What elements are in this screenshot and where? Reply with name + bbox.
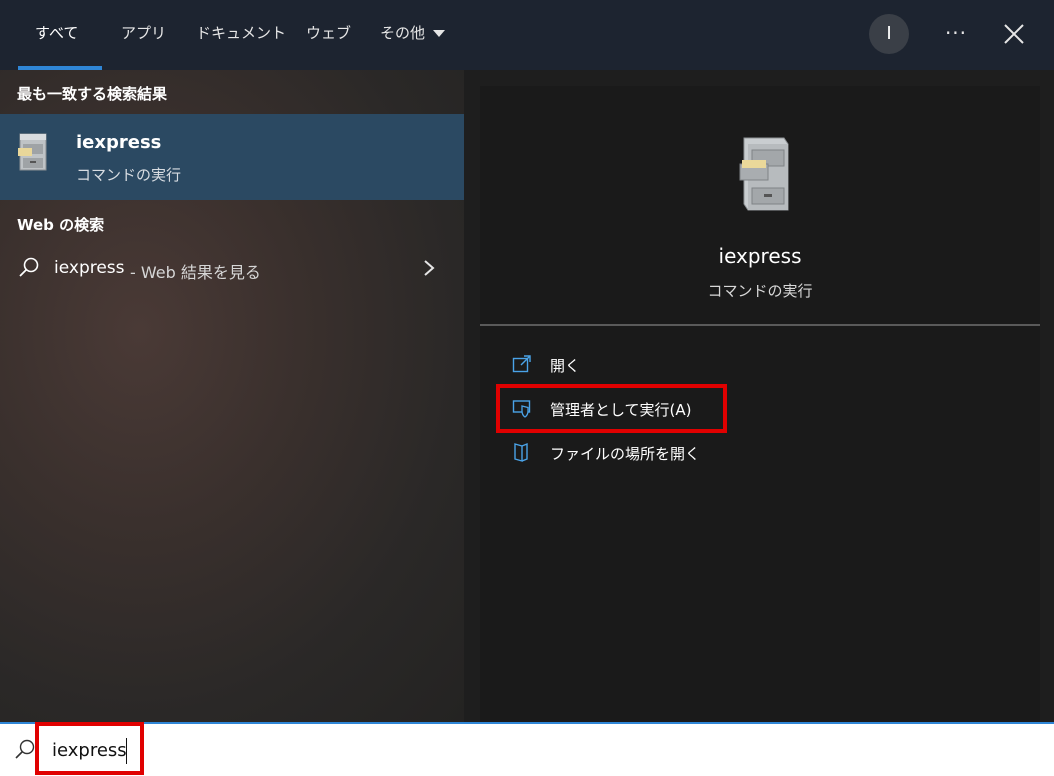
best-match-item[interactable]: iexpress コマンドの実行 xyxy=(0,114,464,200)
detail-app-type: コマンドの実行 xyxy=(707,282,813,300)
open-action-label: 開く xyxy=(550,357,581,375)
folder-location-icon xyxy=(514,442,528,462)
tab-more-label: その他 xyxy=(380,24,426,42)
tab-apps[interactable]: アプリ xyxy=(121,22,166,43)
tab-web[interactable]: ウェブ xyxy=(306,22,351,43)
file-cabinet-icon xyxy=(18,133,47,171)
chevron-right-icon[interactable] xyxy=(422,258,436,278)
close-icon[interactable] xyxy=(1000,20,1028,48)
tab-documents[interactable]: ドキュメント xyxy=(196,22,286,43)
run-as-admin-action[interactable]: 管理者として実行(A) xyxy=(512,396,812,426)
best-match-type: コマンドの実行 xyxy=(76,166,182,184)
web-result-term: iexpress xyxy=(54,258,125,278)
search-bar xyxy=(0,722,1054,776)
more-options-icon[interactable]: ··· xyxy=(940,20,972,48)
chevron-down-icon xyxy=(433,30,446,37)
file-cabinet-icon xyxy=(739,137,789,211)
web-search-heading: Web の検索 xyxy=(17,216,105,234)
open-file-location-label: ファイルの場所を開く xyxy=(550,445,701,463)
web-search-result[interactable]: iexpress - Web 結果を見る xyxy=(0,252,464,288)
open-file-location-action[interactable]: ファイルの場所を開く xyxy=(512,440,812,470)
divider xyxy=(480,324,1040,326)
best-match-name: iexpress xyxy=(76,132,162,153)
avatar[interactable]: I xyxy=(869,14,909,54)
top-tab-bar: すべて アプリ ドキュメント ウェブ その他 I ··· xyxy=(0,0,1054,70)
tab-more[interactable]: その他 xyxy=(380,22,446,43)
tab-all[interactable]: すべて xyxy=(35,22,78,43)
web-result-suffix: - Web 結果を見る xyxy=(130,263,261,282)
text-caret xyxy=(126,738,127,764)
best-match-heading: 最も一致する検索結果 xyxy=(17,85,168,103)
detail-card: iexpress コマンドの実行 開く 管理者として実行(A) ファイルの場所を xyxy=(480,86,1040,722)
detail-app-name: iexpress xyxy=(718,244,802,268)
results-pane: 最も一致する検索結果 iexpress コマンドの実行 Web の検索 iexp… xyxy=(0,70,464,722)
open-action[interactable]: 開く xyxy=(512,352,812,382)
search-icon xyxy=(19,257,39,277)
detail-pane: iexpress コマンドの実行 開く 管理者として実行(A) ファイルの場所を xyxy=(464,70,1054,722)
search-icon xyxy=(15,739,35,759)
shield-icon xyxy=(512,400,531,418)
open-icon xyxy=(512,355,531,373)
run-as-admin-label: 管理者として実行(A) xyxy=(550,401,692,419)
search-input[interactable] xyxy=(52,736,452,764)
